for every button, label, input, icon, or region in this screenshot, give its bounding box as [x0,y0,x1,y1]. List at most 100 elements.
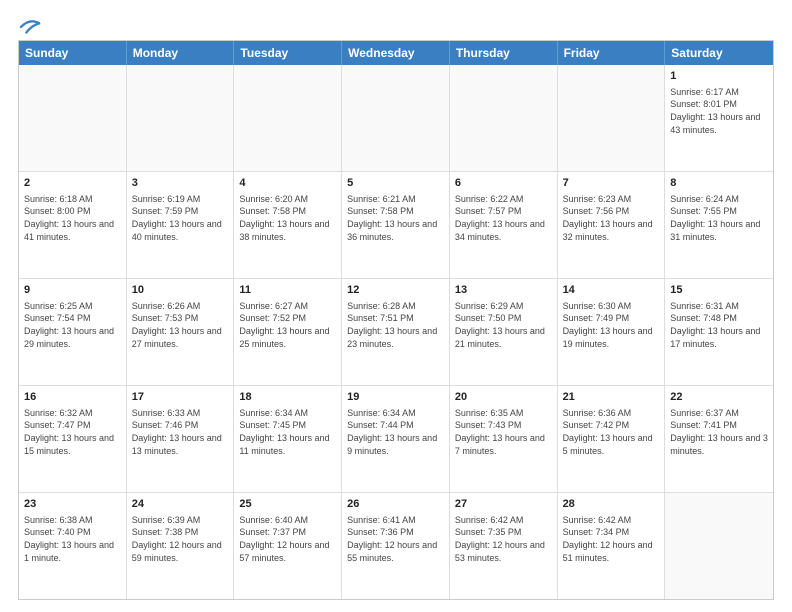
cell-info: Sunrise: 6:42 AMSunset: 7:34 PMDaylight:… [563,514,660,564]
cell-info: Sunrise: 6:42 AMSunset: 7:35 PMDaylight:… [455,514,552,564]
calendar-cell: 7 Sunrise: 6:23 AMSunset: 7:56 PMDaylight… [558,172,666,278]
day-number: 10 [132,283,229,298]
day-number: 23 [24,497,121,512]
cell-info: Sunrise: 6:21 AMSunset: 7:58 PMDaylight:… [347,193,444,243]
calendar-cell: 22 Sunrise: 6:37 AMSunset: 7:41 PMDayligh… [665,386,773,492]
calendar-cell: 11Sunrise: 6:27 AMSunset: 7:52 PMDayligh… [234,279,342,385]
day-number: 15 [670,283,768,298]
calendar-cell: 26 Sunrise: 6:41 AMSunset: 7:36 PMDayligh… [342,493,450,599]
cell-info: Sunrise: 6:38 AMSunset: 7:40 PMDaylight:… [24,514,121,564]
day-number: 4 [239,176,336,191]
cell-info: Sunrise: 6:34 AMSunset: 7:44 PMDaylight:… [347,407,444,457]
day-number: 8 [670,176,768,191]
calendar-cell: 23 Sunrise: 6:38 AMSunset: 7:40 PMDayligh… [19,493,127,599]
cell-info: Sunrise: 6:19 AMSunset: 7:59 PMDaylight:… [132,193,229,243]
calendar-cell: 5Sunrise: 6:21 AMSunset: 7:58 PMDaylight… [342,172,450,278]
calendar-cell: 9 Sunrise: 6:25 AMSunset: 7:54 PMDaylight… [19,279,127,385]
calendar-cell: 24Sunrise: 6:39 AMSunset: 7:38 PMDayligh… [127,493,235,599]
calendar-cell: 14 Sunrise: 6:30 AMSunset: 7:49 PMDayligh… [558,279,666,385]
cell-info: Sunrise: 6:28 AMSunset: 7:51 PMDaylight:… [347,300,444,350]
weekday-header: Monday [127,41,235,65]
day-number: 7 [563,176,660,191]
calendar-cell [342,65,450,171]
calendar-cell: 21 Sunrise: 6:36 AMSunset: 7:42 PMDayligh… [558,386,666,492]
calendar-cell: 16 Sunrise: 6:32 AMSunset: 7:47 PMDayligh… [19,386,127,492]
cell-info: Sunrise: 6:36 AMSunset: 7:42 PMDaylight:… [563,407,660,457]
calendar-cell: 6 Sunrise: 6:22 AMSunset: 7:57 PMDaylight… [450,172,558,278]
cell-info: Sunrise: 6:35 AMSunset: 7:43 PMDaylight:… [455,407,552,457]
cell-info: Sunrise: 6:30 AMSunset: 7:49 PMDaylight:… [563,300,660,350]
calendar-cell: 4 Sunrise: 6:20 AMSunset: 7:58 PMDaylight… [234,172,342,278]
day-number: 16 [24,390,121,405]
cell-info: Sunrise: 6:31 AMSunset: 7:48 PMDaylight:… [670,300,768,350]
weekday-header: Saturday [665,41,773,65]
cell-info: Sunrise: 6:34 AMSunset: 7:45 PMDaylight:… [239,407,336,457]
calendar-cell: 2Sunrise: 6:18 AMSunset: 8:00 PMDaylight… [19,172,127,278]
calendar-cell: 20 Sunrise: 6:35 AMSunset: 7:43 PMDayligh… [450,386,558,492]
weekday-header: Tuesday [234,41,342,65]
cell-info: Sunrise: 6:40 AMSunset: 7:37 PMDaylight:… [239,514,336,564]
cell-info: Sunrise: 6:24 AMSunset: 7:55 PMDaylight:… [670,193,768,243]
day-number: 6 [455,176,552,191]
calendar-cell: 10 Sunrise: 6:26 AMSunset: 7:53 PMDayligh… [127,279,235,385]
calendar-cell [450,65,558,171]
day-number: 27 [455,497,552,512]
calendar-cell [558,65,666,171]
day-number: 11 [239,283,336,298]
cell-info: Sunrise: 6:32 AMSunset: 7:47 PMDaylight:… [24,407,121,457]
cell-info: Sunrise: 6:17 AMSunset: 8:01 PMDaylight:… [670,86,768,136]
calendar-cell: 12 Sunrise: 6:28 AMSunset: 7:51 PMDayligh… [342,279,450,385]
calendar-row: 9 Sunrise: 6:25 AMSunset: 7:54 PMDaylight… [19,279,773,386]
day-number: 21 [563,390,660,405]
calendar-cell: 27 Sunrise: 6:42 AMSunset: 7:35 PMDayligh… [450,493,558,599]
calendar-cell: 3Sunrise: 6:19 AMSunset: 7:59 PMDaylight… [127,172,235,278]
calendar-body: 1 Sunrise: 6:17 AMSunset: 8:01 PMDaylight… [19,65,773,599]
day-number: 17 [132,390,229,405]
day-number: 12 [347,283,444,298]
cell-info: Sunrise: 6:18 AMSunset: 8:00 PMDaylight:… [24,193,121,243]
calendar-cell [19,65,127,171]
cell-info: Sunrise: 6:23 AMSunset: 7:56 PMDaylight:… [563,193,660,243]
day-number: 13 [455,283,552,298]
logo [18,16,41,34]
day-number: 25 [239,497,336,512]
cell-info: Sunrise: 6:41 AMSunset: 7:36 PMDaylight:… [347,514,444,564]
day-number: 22 [670,390,768,405]
calendar-cell: 28 Sunrise: 6:42 AMSunset: 7:34 PMDayligh… [558,493,666,599]
day-number: 28 [563,497,660,512]
cell-info: Sunrise: 6:29 AMSunset: 7:50 PMDaylight:… [455,300,552,350]
cell-info: Sunrise: 6:22 AMSunset: 7:57 PMDaylight:… [455,193,552,243]
calendar-header: SundayMondayTuesdayWednesdayThursdayFrid… [19,41,773,65]
calendar-cell: 25 Sunrise: 6:40 AMSunset: 7:37 PMDayligh… [234,493,342,599]
calendar: SundayMondayTuesdayWednesdayThursdayFrid… [18,40,774,600]
calendar-cell: 1 Sunrise: 6:17 AMSunset: 8:01 PMDaylight… [665,65,773,171]
day-number: 9 [24,283,121,298]
calendar-cell [127,65,235,171]
calendar-cell: 13 Sunrise: 6:29 AMSunset: 7:50 PMDayligh… [450,279,558,385]
cell-info: Sunrise: 6:26 AMSunset: 7:53 PMDaylight:… [132,300,229,350]
cell-info: Sunrise: 6:33 AMSunset: 7:46 PMDaylight:… [132,407,229,457]
page: SundayMondayTuesdayWednesdayThursdayFrid… [0,0,792,612]
calendar-cell: 19Sunrise: 6:34 AMSunset: 7:44 PMDayligh… [342,386,450,492]
weekday-header: Wednesday [342,41,450,65]
weekday-header: Friday [558,41,666,65]
cell-info: Sunrise: 6:20 AMSunset: 7:58 PMDaylight:… [239,193,336,243]
cell-info: Sunrise: 6:37 AMSunset: 7:41 PMDaylight:… [670,407,768,457]
calendar-cell: 15 Sunrise: 6:31 AMSunset: 7:48 PMDayligh… [665,279,773,385]
calendar-row: 1 Sunrise: 6:17 AMSunset: 8:01 PMDaylight… [19,65,773,172]
calendar-row: 2Sunrise: 6:18 AMSunset: 8:00 PMDaylight… [19,172,773,279]
day-number: 20 [455,390,552,405]
day-number: 26 [347,497,444,512]
calendar-cell: 17 Sunrise: 6:33 AMSunset: 7:46 PMDayligh… [127,386,235,492]
day-number: 14 [563,283,660,298]
calendar-cell [234,65,342,171]
day-number: 18 [239,390,336,405]
logo-icon [19,16,41,38]
header [18,16,774,34]
calendar-row: 16 Sunrise: 6:32 AMSunset: 7:47 PMDayligh… [19,386,773,493]
day-number: 1 [670,69,768,84]
cell-info: Sunrise: 6:25 AMSunset: 7:54 PMDaylight:… [24,300,121,350]
cell-info: Sunrise: 6:39 AMSunset: 7:38 PMDaylight:… [132,514,229,564]
calendar-row: 23 Sunrise: 6:38 AMSunset: 7:40 PMDayligh… [19,493,773,599]
calendar-cell [665,493,773,599]
